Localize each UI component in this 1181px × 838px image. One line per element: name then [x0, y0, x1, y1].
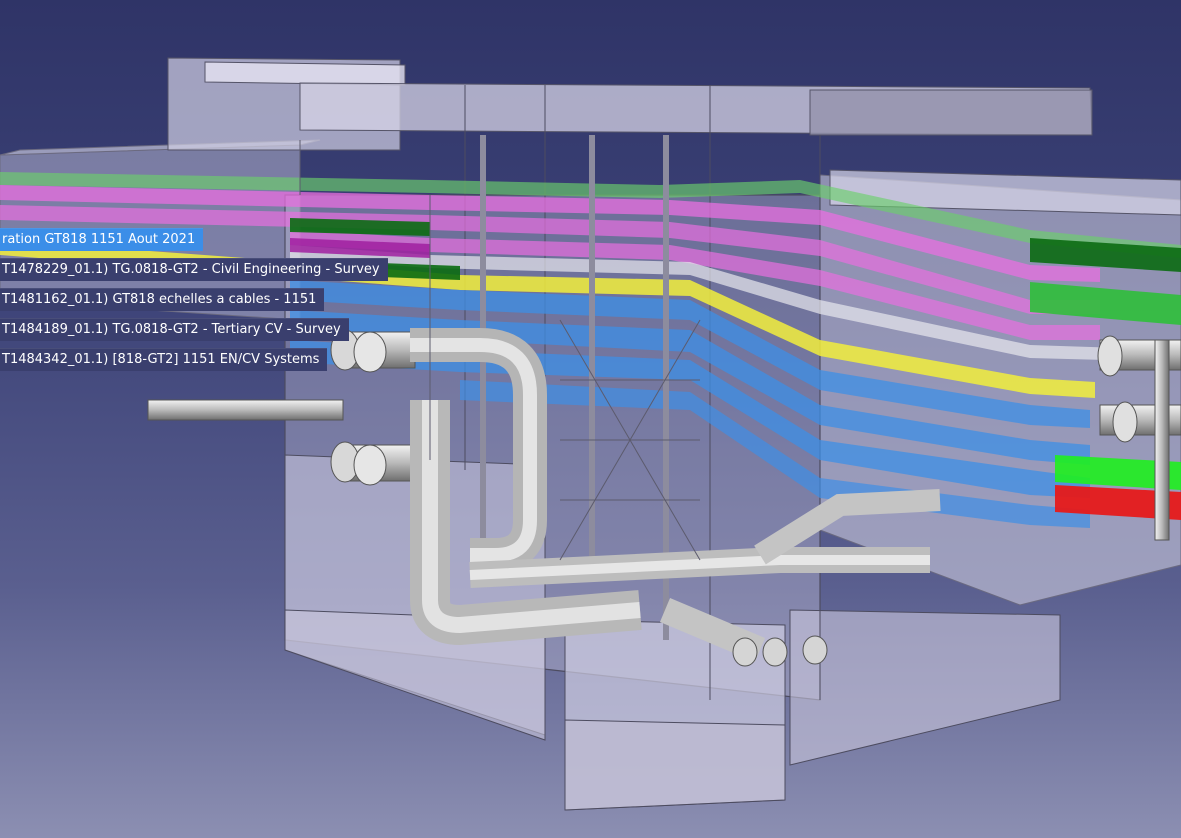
tree-item-label: T1484189_01.1) TG.0818-GT2 - Tertiary CV…	[2, 322, 341, 337]
3d-viewport[interactable]: ration GT818 1151 Aout 2021 T1478229_01.…	[0, 0, 1181, 838]
tree-item-tertiary-cv[interactable]: T1484189_01.1) TG.0818-GT2 - Tertiary CV…	[0, 318, 349, 341]
tree-item-label: T1484342_01.1) [818-GT2] 1151 EN/CV Syst…	[2, 352, 320, 367]
tree-item-label: T1481162_01.1) GT818 echelles a cables -…	[2, 292, 317, 307]
tree-item-label: T1478229_01.1) TG.0818-GT2 - Civil Engin…	[2, 262, 380, 277]
3d-model-canvas[interactable]	[0, 0, 1181, 838]
tree-item-civil-engineering[interactable]: T1478229_01.1) TG.0818-GT2 - Civil Engin…	[0, 258, 388, 281]
tree-item-configuration[interactable]: ration GT818 1151 Aout 2021	[0, 228, 204, 251]
tree-item-en-cv-systems[interactable]: T1484342_01.1) [818-GT2] 1151 EN/CV Syst…	[0, 348, 328, 371]
tree-item-cable-ladders[interactable]: T1481162_01.1) GT818 echelles a cables -…	[0, 288, 325, 311]
tree-item-label: ration GT818 1151 Aout 2021	[2, 232, 196, 247]
